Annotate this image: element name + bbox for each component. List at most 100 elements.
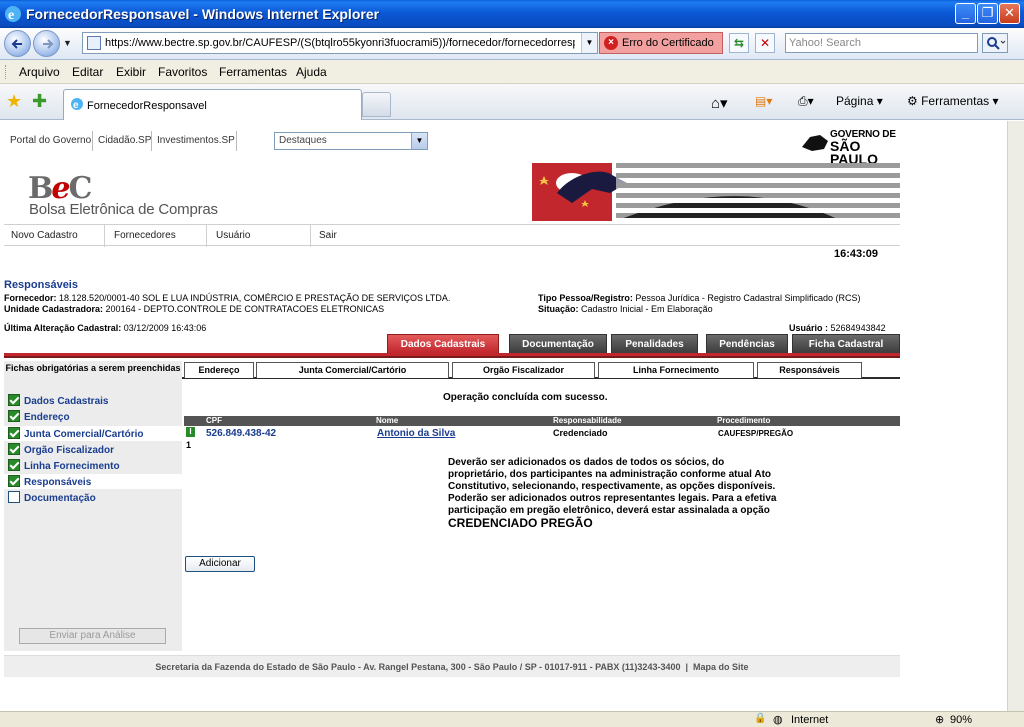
forward-button[interactable] [33, 30, 60, 57]
subtab-junta-comercial[interactable]: Junta Comercial/Cartório [256, 362, 449, 378]
window-title: FornecedorResponsavel - Windows Internet… [26, 6, 380, 22]
ultima-alteracao-info: Última Alteração Cadastral: 03/12/2009 1… [4, 323, 206, 333]
subtab-orgao-fiscalizador[interactable]: Orgão Fiscalizador [452, 362, 595, 378]
adicionar-button[interactable]: Adicionar [185, 556, 255, 572]
address-dropdown-icon[interactable]: ▼ [581, 33, 597, 53]
tab-fornecedor-responsavel[interactable]: e FornecedorResponsavel [63, 89, 362, 120]
page-menu[interactable]: Página ▾ [836, 94, 883, 108]
search-input[interactable]: Yahoo! Search [785, 33, 978, 53]
subtab-responsaveis[interactable]: Responsáveis [757, 362, 862, 378]
favorites-star-icon[interactable]: ★ [6, 91, 22, 112]
link-portal-governo[interactable]: Portal do Governo [10, 135, 91, 146]
home-icon[interactable]: ⌂▾ [711, 94, 728, 112]
subtab-bar: Endereço Junta Comercial/Cartório Orgão … [182, 361, 900, 379]
vertical-scrollbar[interactable] [1007, 121, 1024, 711]
zone-label: Internet [791, 714, 829, 726]
close-window-button[interactable]: ✕ [999, 3, 1020, 24]
destaques-select[interactable]: Destaques ▼ [274, 132, 428, 150]
tab-documentacao[interactable]: Documentação [509, 334, 607, 353]
link-mapa-site[interactable]: Mapa do Site [693, 662, 749, 672]
subtab-endereco[interactable]: Endereço [184, 362, 254, 378]
tab-pendencias[interactable]: Pendências [706, 334, 788, 353]
forward-arrow-icon [43, 39, 54, 49]
main-navigation: Novo Cadastro Fornecedores Usuário Sair [4, 224, 900, 247]
unidade-label: Unidade Cadastradora: [4, 304, 104, 314]
nav-sair[interactable]: Sair [312, 225, 412, 247]
sidebar-item-label: Responsáveis [24, 477, 92, 488]
menu-arquivo[interactable]: Arquivo [19, 65, 60, 79]
address-url: https://www.bectre.sp.gov.br/CAUFESP/(S(… [105, 37, 575, 49]
page-footer: Secretaria da Fazenda do Estado de São P… [4, 655, 900, 677]
add-favorite-icon[interactable]: ✚ [32, 91, 47, 112]
sp-flag-banner [532, 163, 900, 221]
sidebar-item-linha-fornecimento[interactable]: Linha Fornecimento [8, 459, 120, 474]
tipo-info: Tipo Pessoa/Registro: Pessoa Jurídica - … [538, 293, 860, 303]
edit-row-icon[interactable]: I [186, 427, 195, 437]
checkbox-checked-icon[interactable] [8, 410, 20, 422]
footer-text: Secretaria da Fazenda do Estado de São P… [155, 662, 681, 672]
address-field[interactable]: https://www.bectre.sp.gov.br/CAUFESP/(S(… [82, 32, 598, 54]
refresh-button[interactable]: ⇆ [729, 33, 749, 53]
menu-editar[interactable]: Editar [72, 65, 103, 79]
back-button[interactable] [4, 30, 31, 57]
sidebar-item-label: Junta Comercial/Cartório [24, 429, 144, 440]
menu-exibir[interactable]: Exibir [116, 65, 146, 79]
gov-separator [151, 131, 152, 151]
column-header-cpf: CPF [206, 416, 222, 425]
minimize-button[interactable]: _ [955, 3, 976, 24]
nav-fornecedores[interactable]: Fornecedores [107, 225, 207, 247]
nav-novo-cadastro[interactable]: Novo Cadastro [4, 225, 105, 247]
checkbox-checked-icon[interactable] [8, 475, 20, 487]
print-icon[interactable]: ⎙▾ [798, 94, 814, 109]
menu-ferramentas[interactable]: Ferramentas [219, 65, 287, 79]
sidebar-item-junta-comercial[interactable]: Junta Comercial/Cartório [4, 426, 182, 441]
tabs-underline-shadow [4, 356, 900, 358]
globe-icon: ◍ [773, 714, 783, 726]
back-arrow-icon [11, 39, 22, 49]
sidebar-item-dados-cadastrais[interactable]: Dados Cadastrais [8, 394, 108, 409]
checkbox-unchecked-icon[interactable] [8, 491, 20, 503]
tab-ficha-cadastral[interactable]: Ficha Cadastral [792, 334, 900, 353]
recent-pages-dropdown[interactable]: ▼ [63, 38, 72, 48]
new-tab-button[interactable] [362, 92, 391, 117]
enviar-analise-button[interactable]: Enviar para Análise [19, 628, 166, 644]
instruction-highlight: CREDENCIADO PREGÃO [448, 516, 593, 530]
tab-penalidades[interactable]: Penalidades [611, 334, 698, 353]
zoom-level[interactable]: 90% [950, 714, 972, 726]
link-investimentos-sp[interactable]: Investimentos.SP [157, 135, 235, 146]
feeds-icon[interactable]: ▤▾ [755, 94, 772, 108]
search-button[interactable] [982, 33, 1008, 53]
tools-menu[interactable]: ⚙ Ferramentas ▾ [907, 94, 998, 108]
stop-button[interactable]: ✕ [755, 33, 775, 53]
bec-banner: BeC Bolsa Eletrônica de Compras [4, 161, 532, 221]
gov-separator [236, 131, 237, 151]
nav-usuario[interactable]: Usuário [209, 225, 311, 247]
menu-favoritos[interactable]: Favoritos [158, 65, 207, 79]
instruction-text: Deverão ser adicionados os dados de todo… [448, 457, 777, 516]
checkbox-checked-icon[interactable] [8, 459, 20, 471]
tools-menu-label: Ferramentas [921, 94, 990, 108]
cell-nome: Antonio da Silva [377, 428, 455, 439]
maximize-button[interactable]: ❐ [977, 3, 998, 24]
lock-icon: 🔒 [754, 713, 767, 724]
page-icon [87, 36, 101, 50]
sidebar-item-endereco[interactable]: Endereço [8, 410, 70, 425]
sidebar-item-orgao-fiscalizador[interactable]: Orgão Fiscalizador [8, 443, 114, 458]
checkbox-checked-icon[interactable] [8, 427, 20, 439]
usuario-value: 52684943842 [830, 323, 886, 333]
usuario-label: Usuário : [789, 323, 829, 333]
window-titlebar: e FornecedorResponsavel - Windows Intern… [0, 0, 1024, 28]
responsavel-link[interactable]: Antonio da Silva [377, 428, 455, 439]
link-cidadao-sp[interactable]: Cidadão.SP [98, 135, 151, 146]
zoom-icon: ⊕ [935, 714, 945, 726]
sidebar-item-documentacao[interactable]: Documentação [8, 491, 96, 506]
tab-dados-cadastrais[interactable]: Dados Cadastrais [387, 334, 499, 353]
checkbox-checked-icon[interactable] [8, 443, 20, 455]
checkbox-checked-icon[interactable] [8, 394, 20, 406]
certificate-error-button[interactable]: × Erro do Certificado [599, 32, 723, 54]
menu-ajuda[interactable]: Ajuda [296, 65, 327, 79]
page-title: Responsáveis [4, 279, 78, 291]
subtab-linha-fornecimento[interactable]: Linha Fornecimento [598, 362, 754, 378]
destaques-value: Destaques [279, 135, 327, 146]
sidebar-item-responsaveis[interactable]: Responsáveis [4, 474, 182, 489]
